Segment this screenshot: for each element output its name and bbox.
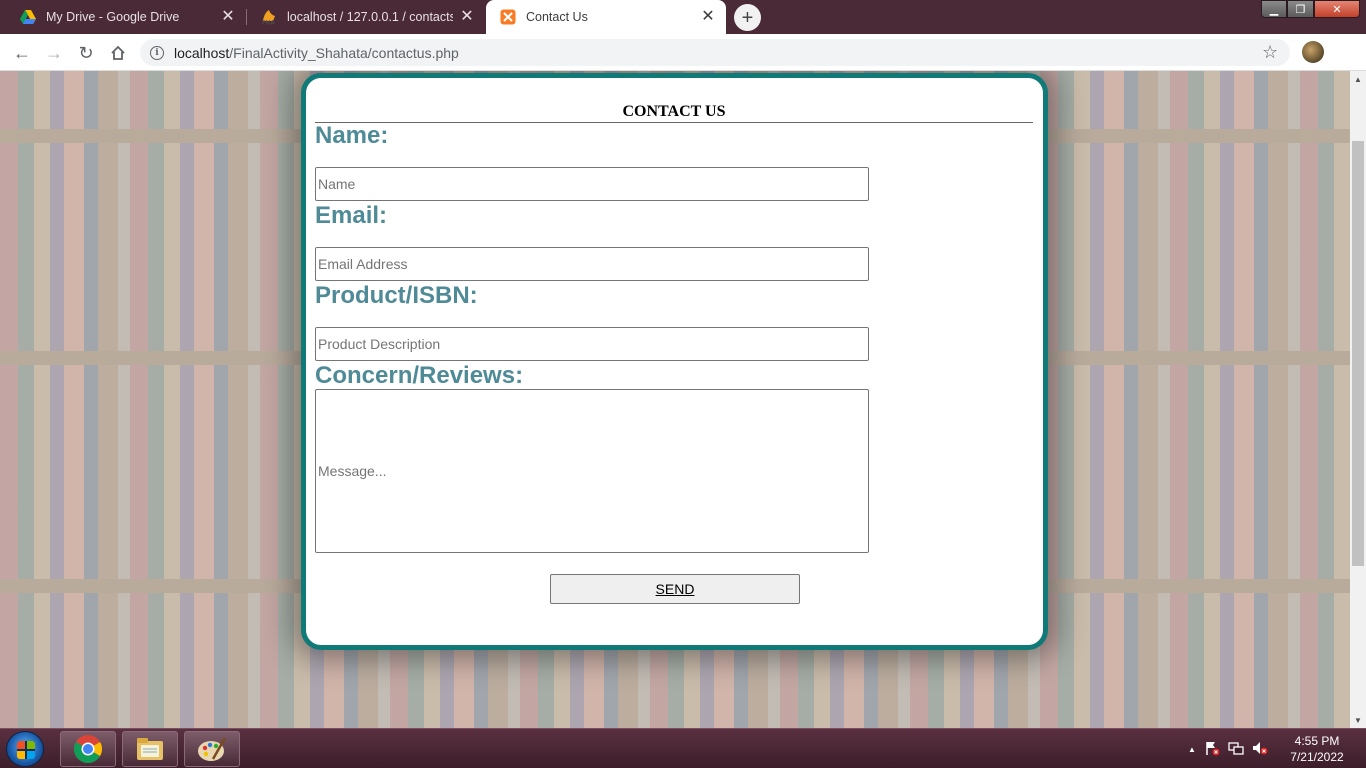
email-field[interactable]: Email Address [315, 247, 869, 281]
reload-icon: ↻ [78, 42, 94, 63]
close-window-button[interactable]: ✕ [1314, 0, 1360, 18]
page-viewport: CONTACT US Name: Name Email: Email Addre… [0, 71, 1350, 728]
close-tab-icon[interactable]: ✕ [700, 9, 716, 25]
forward-arrow-icon: → [45, 42, 63, 63]
network-icon[interactable] [1224, 740, 1248, 759]
email-placeholder: Email Address [318, 256, 408, 272]
tab-label: My Drive - Google Drive [46, 10, 180, 24]
tab-contact-us[interactable]: Contact Us ✕ [486, 0, 726, 34]
file-explorer-icon [137, 738, 163, 760]
close-icon: ✕ [1332, 3, 1342, 16]
message-placeholder: Message... [318, 463, 387, 479]
product-placeholder: Product Description [318, 336, 441, 352]
profile-avatar[interactable] [1302, 41, 1324, 63]
start-button[interactable] [6, 731, 44, 767]
home-icon [111, 45, 125, 60]
system-tray: ▲ [1184, 729, 1272, 768]
clock-date: 7/21/2022 [1290, 750, 1344, 764]
scroll-up-icon[interactable]: ▲ [1350, 71, 1366, 87]
forward-button[interactable]: → [40, 39, 68, 67]
taskbar-file-explorer[interactable] [122, 731, 178, 767]
restore-icon: ❐ [1295, 3, 1306, 16]
minimize-icon: ▁ [1269, 3, 1279, 16]
show-hidden-icons-icon[interactable]: ▲ [1184, 745, 1200, 754]
send-button[interactable]: SEND [550, 574, 800, 604]
tab-phpmyadmin[interactable]: PMA localhost / 127.0.0.1 / contacts / t… [247, 0, 485, 34]
page-title: CONTACT US [315, 103, 1033, 123]
product-field[interactable]: Product Description [315, 327, 869, 361]
tab-label: localhost / 127.0.0.1 / contacts / t [287, 10, 453, 24]
clock-time: 4:55 PM [1294, 734, 1340, 748]
tab-label: Contact Us [526, 10, 588, 24]
windows-taskbar: ▲ 4:55 PM 7/21/2022 [0, 728, 1366, 768]
phpmyadmin-icon: PMA [261, 9, 277, 25]
back-button[interactable]: ← [8, 39, 36, 67]
browser-toolbar: ← → ↻ i localhost/FinalActivity_Shahata/… [0, 34, 1366, 71]
name-placeholder: Name [318, 176, 356, 192]
concern-label: Concern/Reviews: [315, 362, 524, 389]
new-tab-button[interactable]: + [734, 4, 761, 31]
page-scrollbar[interactable]: ▲ ▼ [1350, 71, 1366, 728]
close-tab-icon[interactable]: ✕ [459, 9, 475, 25]
reload-button[interactable]: ↻ [72, 39, 100, 67]
svg-text:PMA: PMA [262, 20, 276, 26]
url-host: localhost [174, 44, 230, 61]
close-tab-icon[interactable]: ✕ [220, 9, 236, 25]
paint-icon [198, 737, 227, 761]
scroll-down-icon[interactable]: ▼ [1350, 712, 1366, 728]
volume-muted-icon[interactable] [1248, 740, 1272, 759]
back-arrow-icon: ← [13, 42, 31, 63]
contact-form-card: CONTACT US Name: Name Email: Email Addre… [301, 73, 1048, 650]
maximize-button[interactable]: ❐ [1287, 0, 1314, 18]
minimize-button[interactable]: ▁ [1261, 0, 1287, 18]
google-drive-icon [20, 9, 36, 25]
tab-google-drive[interactable]: My Drive - Google Drive ✕ [6, 0, 246, 34]
chrome-icon [74, 735, 102, 763]
message-textarea[interactable]: Message... [315, 389, 869, 553]
taskbar-paint[interactable] [184, 731, 240, 767]
product-label: Product/ISBN: [315, 282, 478, 309]
plus-icon: + [741, 6, 754, 29]
windows-logo-icon [17, 741, 35, 759]
email-label: Email: [315, 202, 388, 229]
name-field[interactable]: Name [315, 167, 869, 201]
name-label: Name: [315, 122, 389, 149]
bookmark-star-icon[interactable]: ☆ [1262, 43, 1278, 61]
address-bar[interactable]: i localhost/FinalActivity_Shahata/contac… [140, 39, 1290, 66]
taskbar-chrome[interactable] [60, 731, 116, 767]
action-center-flag-icon[interactable] [1200, 740, 1224, 759]
site-info-icon[interactable]: i [150, 45, 164, 60]
xampp-icon [500, 9, 516, 25]
home-button[interactable] [104, 39, 132, 67]
url-path: /FinalActivity_Shahata/contactus.php [229, 44, 459, 61]
browser-titlebar: My Drive - Google Drive ✕ PMA localhost … [0, 0, 1366, 34]
taskbar-clock[interactable]: 4:55 PM 7/21/2022 [1284, 733, 1350, 765]
scrollbar-thumb[interactable] [1352, 141, 1364, 566]
